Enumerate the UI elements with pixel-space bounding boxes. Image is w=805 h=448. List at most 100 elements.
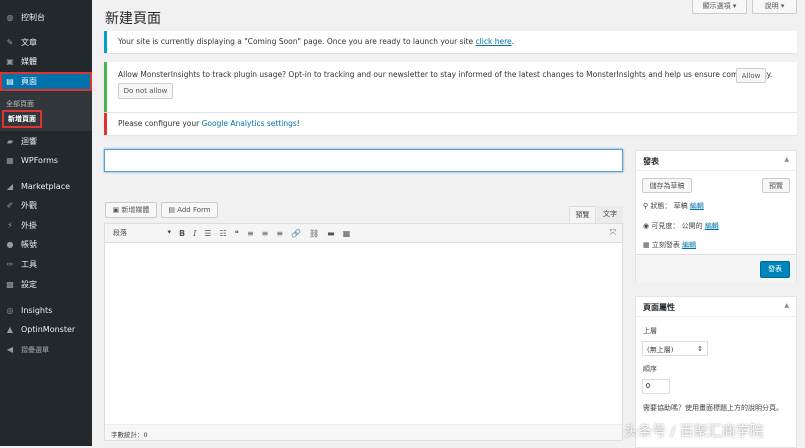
parent-select[interactable]: (無上層) ⇕ xyxy=(642,341,708,356)
editor-toolbar: 段落 ▾ B I ☰ ☷ ❝ ≡ ≡ ≡ 🔗 ⛓ ▬ ▦ ⤧ xyxy=(105,224,622,243)
add-form-label: Add Form xyxy=(177,206,211,214)
sidebar-item-媒體[interactable]: ▣ 媒體 xyxy=(0,52,92,71)
ga-settings-link[interactable]: Google Analytics settings xyxy=(202,119,297,128)
sidebar-item-label: 頁面 xyxy=(21,77,37,86)
align-left-icon[interactable]: ≡ xyxy=(247,229,254,238)
form-icon: ▤ xyxy=(168,206,178,214)
sidebar-item-label: 摺疊選單 xyxy=(21,345,49,354)
calendar-icon: ▦ xyxy=(643,241,652,249)
admin-sidebar: 全部頁面 新增頁面 ◍ 控制台 ✎ 文章 ▣ 媒體 ▤ 頁面 ▰ 迴響 ▦ WPForms ◢ Marke… xyxy=(0,0,92,446)
dropdown-icon: ▾ xyxy=(167,228,171,236)
add-media-label: 新增媒體 xyxy=(121,206,150,214)
collapse-icon: ◀ xyxy=(6,345,14,354)
bold-icon[interactable]: B xyxy=(179,229,185,238)
add-form-button[interactable]: ▤ Add Form xyxy=(161,202,218,218)
sidebar-item-label: 控制台 xyxy=(21,13,45,22)
sidebar-item-label: 設定 xyxy=(21,280,37,289)
publish-box: 發表 ▲ 儲存為草稿 預覽 ⚲ 狀態： 草稿 編輯 ◉ 可見度： 公開的 編輯 ▦… xyxy=(635,150,797,282)
sidebar-item-label: 外觀 xyxy=(21,201,37,210)
sidebar-item-insights[interactable]: ◎ Insights xyxy=(0,301,92,320)
bullet-list-icon[interactable]: ☰ xyxy=(204,229,211,238)
allow-button[interactable]: Allow xyxy=(736,68,766,83)
do-not-allow-button[interactable]: Do not allow xyxy=(118,83,173,99)
watermark: 头条号 / 百聚汇商学院 xyxy=(624,424,764,440)
dashboard-icon: ◍ xyxy=(6,13,14,22)
notice-text: Please configure your xyxy=(118,119,202,128)
notice-end: ! xyxy=(296,119,300,128)
blockquote-icon[interactable]: ❝ xyxy=(235,229,239,238)
help-button[interactable]: 說明 ▾ xyxy=(752,0,797,14)
sidebar-item-迴響[interactable]: ▰ 迴響 xyxy=(0,132,92,151)
sidebar-item-外觀[interactable]: ✐ 外觀 xyxy=(0,196,92,215)
sidebar-item-控制台[interactable]: ◍ 控制台 xyxy=(0,8,92,27)
attributes-title: 頁面屬性 xyxy=(643,303,675,312)
screen-options-button[interactable]: 顯示選項 ▾ xyxy=(692,0,747,14)
sidebar-item-label: 外掛 xyxy=(21,221,37,230)
sidebar-item-文章[interactable]: ✎ 文章 xyxy=(0,33,92,52)
unlink-icon[interactable]: ⛓ xyxy=(309,229,319,238)
toolbar-toggle-icon[interactable]: ▦ xyxy=(343,229,351,238)
tracking-notice: Allow MonsterInsights to track plugin us… xyxy=(104,62,797,112)
wrench-icon: ✑ xyxy=(6,260,14,269)
sidebar-item-label: 帳號 xyxy=(21,240,37,249)
order-label: 順序 xyxy=(643,365,657,373)
user-icon: ● xyxy=(6,240,14,249)
optinmonster-icon: ▲ xyxy=(6,325,14,334)
collapse-icon[interactable]: ▲ xyxy=(784,156,789,163)
parent-label: 上層 xyxy=(643,327,657,335)
ga-notice: Please configure your Google Analytics s… xyxy=(104,113,797,135)
preview-button[interactable]: 預覽 xyxy=(762,178,790,193)
order-input[interactable] xyxy=(642,379,670,394)
status-row: ⚲ 狀態： 草稿 編輯 xyxy=(643,202,704,210)
sidebar-item-工具[interactable]: ✑ 工具 xyxy=(0,255,92,274)
format-select[interactable]: 段落 ▾ xyxy=(113,228,171,238)
align-center-icon[interactable]: ≡ xyxy=(262,229,269,238)
sidebar-item-label: 媒體 xyxy=(21,57,37,66)
edit-status-link[interactable]: 編輯 xyxy=(690,202,704,210)
sidebar-item-外掛[interactable]: ⚡ 外掛 xyxy=(0,216,92,235)
brush-icon: ✐ xyxy=(6,201,14,210)
align-right-icon[interactable]: ≡ xyxy=(276,229,283,238)
sidebar-item-label: 迴響 xyxy=(21,137,37,146)
sidebar-item-帳號[interactable]: ● 帳號 xyxy=(0,235,92,254)
submenu-all-pages[interactable]: 全部頁面 xyxy=(6,99,34,109)
fullscreen-icon[interactable]: ⤧ xyxy=(610,228,616,238)
read-more-icon[interactable]: ▬ xyxy=(327,229,335,238)
sidebar-item-label: Marketplace xyxy=(21,182,71,191)
editor-content[interactable] xyxy=(105,243,622,423)
sidebar-item-設定[interactable]: ▩ 設定 xyxy=(0,275,92,294)
click-here-link[interactable]: click here xyxy=(476,37,512,46)
italic-icon[interactable]: I xyxy=(193,229,196,238)
tab-text[interactable]: 文字 xyxy=(597,206,623,223)
add-media-button[interactable]: ▣ 新增媒體 xyxy=(105,202,157,218)
pages-icon: ▤ xyxy=(6,77,14,86)
save-draft-button[interactable]: 儲存為草稿 xyxy=(642,178,692,193)
insights-icon: ◎ xyxy=(6,306,14,315)
edit-visibility-link[interactable]: 編輯 xyxy=(705,222,719,230)
notice-text: Allow MonsterInsights to track plugin us… xyxy=(118,70,773,79)
sidebar-item-marketplace[interactable]: ◢ Marketplace xyxy=(0,177,92,196)
marketplace-icon: ◢ xyxy=(6,182,14,191)
sidebar-item-wpforms[interactable]: ▦ WPForms xyxy=(0,151,92,170)
collapse-icon[interactable]: ▲ xyxy=(784,302,789,309)
numbered-list-icon[interactable]: ☷ xyxy=(219,229,226,238)
media-icon: ▣ xyxy=(112,206,122,214)
forms-icon: ▦ xyxy=(6,156,14,165)
sidebar-item-label: 文章 xyxy=(21,38,37,47)
tab-visual[interactable]: 預覽 xyxy=(569,206,596,223)
sidebar-item-頁面[interactable]: ▤ 頁面 xyxy=(0,72,92,91)
submenu-add-new-page[interactable]: 新增頁面 xyxy=(2,110,42,128)
notice-text: Your site is currently displaying a "Com… xyxy=(118,37,476,46)
editor: 段落 ▾ B I ☰ ☷ ❝ ≡ ≡ ≡ 🔗 ⛓ ▬ ▦ ⤧ 字數統計：0 xyxy=(104,223,623,441)
publish-button[interactable]: 發表 xyxy=(760,261,790,278)
link-icon[interactable]: 🔗 xyxy=(291,229,301,238)
title-input[interactable] xyxy=(104,149,623,172)
sidebar-item-摺疊選單[interactable]: ◀ 摺疊選單 xyxy=(0,340,92,359)
coming-soon-notice: Your site is currently displaying a "Com… xyxy=(104,31,797,53)
page-title: 新建頁面 xyxy=(105,11,161,27)
pin-icon: ✎ xyxy=(6,38,14,47)
sidebar-item-label: 工具 xyxy=(21,260,37,269)
sidebar-item-label: Insights xyxy=(21,306,53,315)
sidebar-item-optinmonster[interactable]: ▲ OptinMonster xyxy=(0,320,92,339)
edit-schedule-link[interactable]: 編輯 xyxy=(682,241,696,249)
